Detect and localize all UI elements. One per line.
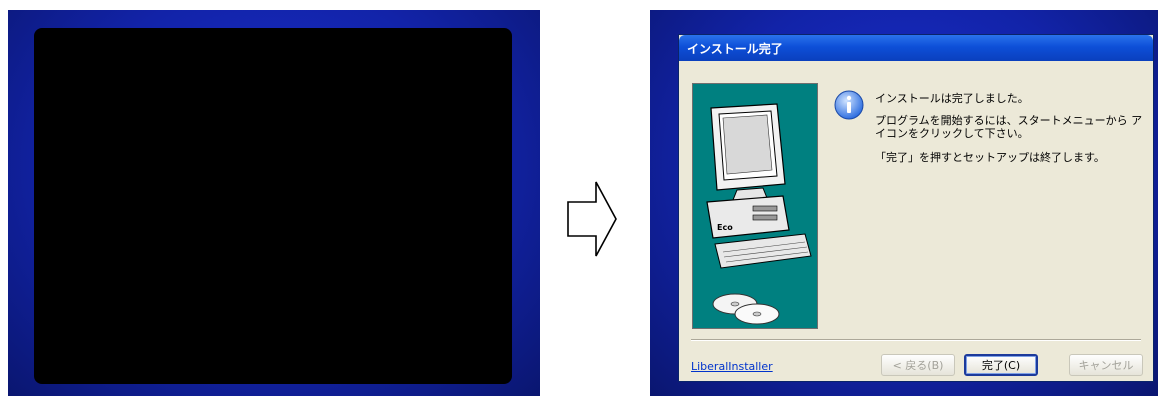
cancel-button[interactable]: キャンセル [1069, 354, 1143, 376]
dialog-title: インストール完了 [687, 42, 783, 56]
install-complete-dialog: インストール完了 Eco インストールは完了しました。 プログラムを開始するには… [678, 34, 1154, 382]
message-finish-setup: 「完了」を押すとセットアップは終了します。 [875, 151, 1105, 164]
finish-button[interactable]: 完了(C) [964, 354, 1038, 376]
info-icon [834, 90, 864, 120]
message-complete: インストールは完了しました。 [875, 92, 1029, 105]
side-image-panel: Eco [692, 83, 818, 329]
divider [691, 339, 1141, 341]
right-screen: インストール完了 Eco インストールは完了しました。 プログラムを開始するには… [650, 10, 1158, 396]
liberalinstaller-link[interactable]: LiberalInstaller [691, 360, 773, 373]
svg-text:Eco: Eco [717, 223, 733, 232]
left-screen [8, 10, 540, 396]
blank-black-display [34, 28, 512, 384]
arrow-right-icon [567, 181, 617, 257]
message-start-program: プログラムを開始するには、スタートメニューから アイコンをクリックして下さい。 [875, 114, 1143, 140]
back-button[interactable]: < 戻る(B) [881, 354, 955, 376]
computer-illustration: Eco [706, 103, 812, 325]
title-bar[interactable]: インストール完了 [679, 35, 1153, 61]
